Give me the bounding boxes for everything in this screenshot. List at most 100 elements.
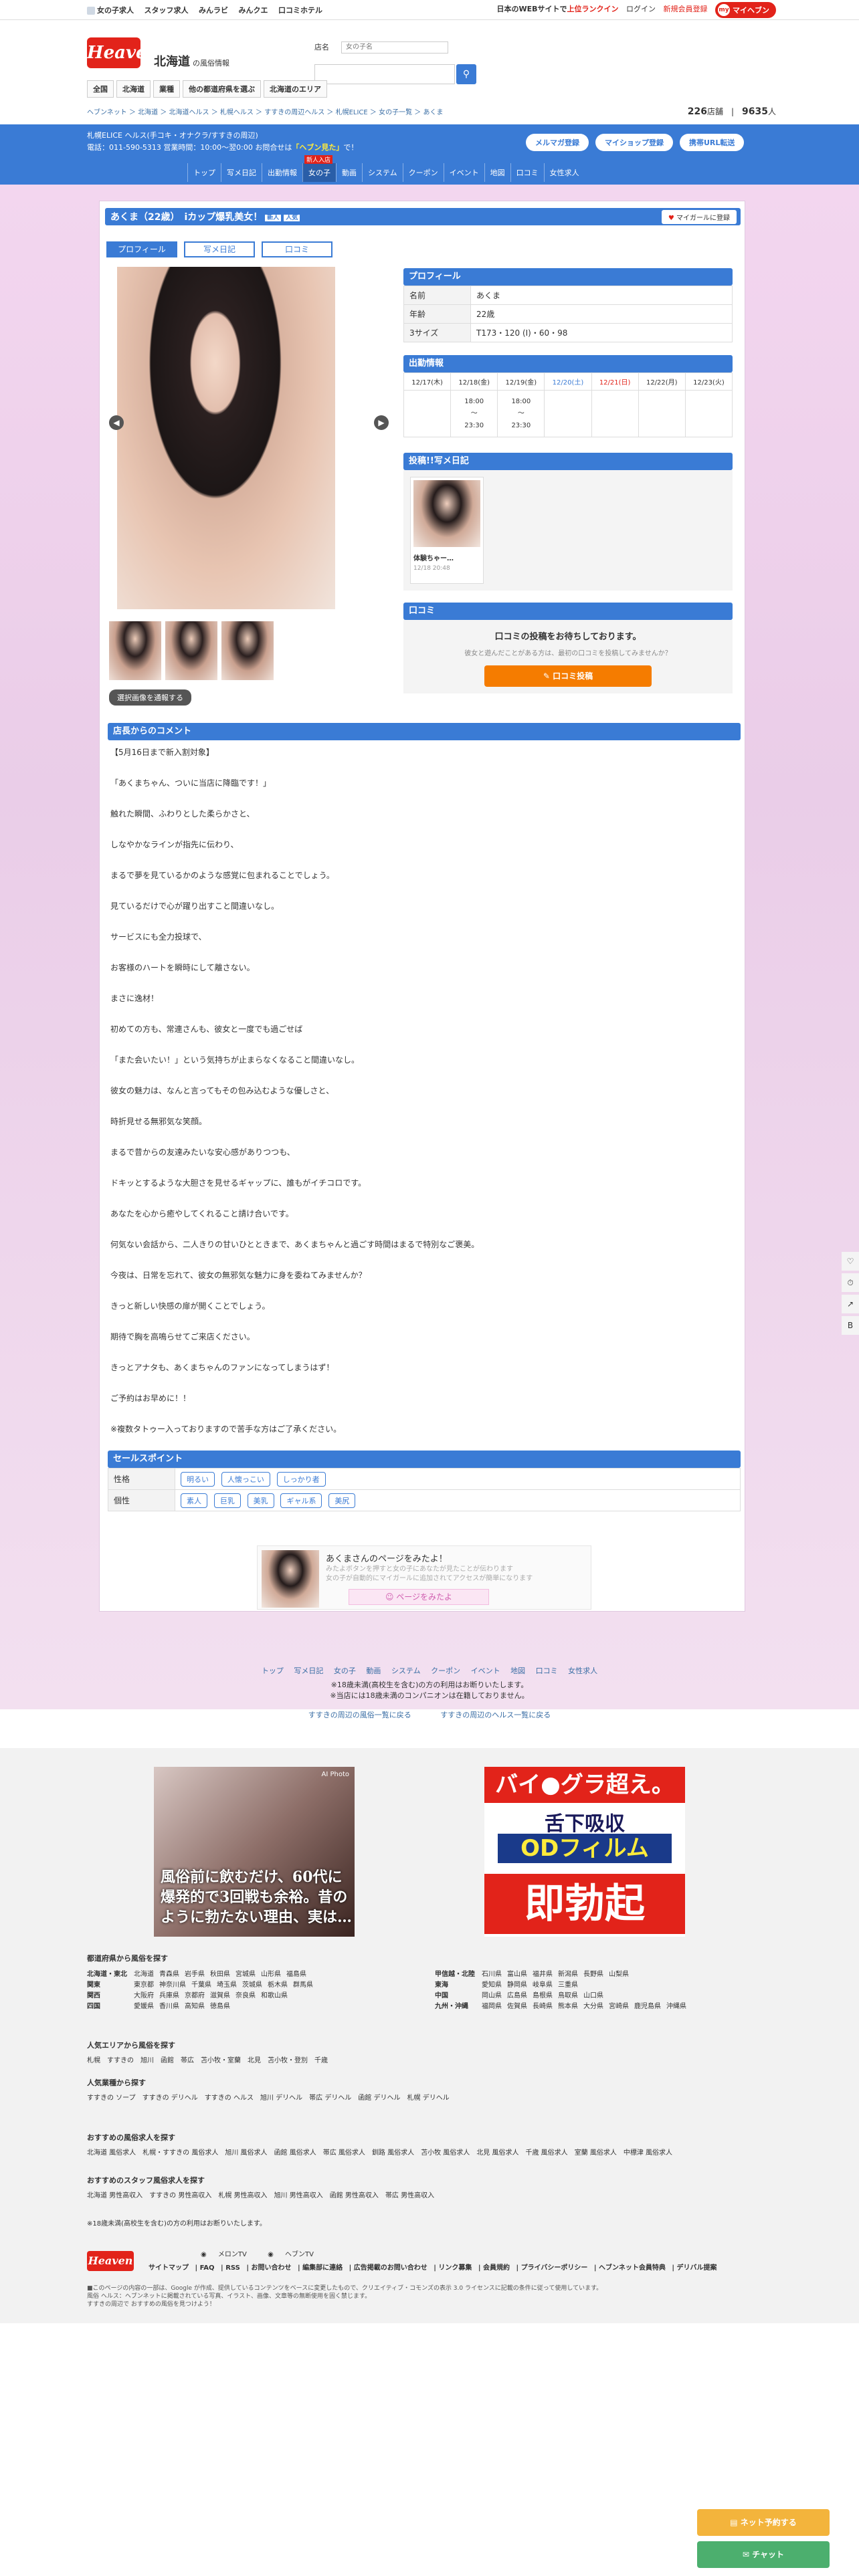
top-link[interactable]: みんラビ	[199, 6, 228, 15]
prefecture-link[interactable]: 大分県	[583, 2000, 603, 2010]
point-tag[interactable]: 人懐っこい	[221, 1471, 270, 1487]
prefecture-link[interactable]: 青森県	[159, 1968, 179, 1978]
footer-list-link[interactable]: 千歳 風俗求人	[526, 2149, 568, 2157]
prefecture-link[interactable]: 大阪府	[134, 1990, 154, 2000]
prefecture-link[interactable]: 石川県	[482, 1968, 502, 1978]
prefecture-link[interactable]: 宮城県	[235, 1968, 256, 1978]
shop-name[interactable]: 札幌ELICE ヘルス(手コキ・オナクラ/すすきの周辺)	[87, 130, 358, 142]
history-icon[interactable]: ⏱	[842, 1273, 859, 1292]
point-tag[interactable]: 明るい	[181, 1471, 215, 1487]
net-reserve-button[interactable]: ▤ ネット予約する	[697, 2509, 830, 2536]
chat-button[interactable]: ✉ チャット	[697, 2541, 830, 2568]
footer-list-link[interactable]: 函館	[161, 2057, 174, 2064]
footer-list-link[interactable]: 広告掲載のお問い合わせ	[354, 2264, 427, 2272]
prefecture-link[interactable]: 鹿児島県	[634, 2000, 661, 2010]
footer-list-link[interactable]: 帯広	[181, 2057, 194, 2064]
prefecture-link[interactable]: 福岡県	[482, 2000, 502, 2010]
prefecture-link[interactable]: 愛知県	[482, 1979, 502, 1989]
prefecture-link[interactable]: 徳島県	[210, 2000, 230, 2010]
top-link[interactable]: みんクエ	[239, 6, 268, 15]
prefecture-link[interactable]: 熊本県	[558, 2000, 578, 2010]
footer-list-link[interactable]: サイトマップ	[149, 2264, 189, 2272]
footer-list-link[interactable]: すすきの ソープ	[87, 2095, 136, 2102]
shop-menu-item[interactable]: クーポン	[402, 163, 444, 182]
footer-list-link[interactable]: 旭川 デリヘル	[260, 2095, 302, 2102]
prefecture-link[interactable]: 北海道	[134, 1968, 154, 1978]
prefecture-link[interactable]: 高知県	[185, 2000, 205, 2010]
prefecture-link[interactable]: 千葉県	[191, 1979, 211, 1989]
prefecture-link[interactable]: 鳥取県	[558, 1990, 578, 2000]
photo-thumbnail[interactable]	[109, 621, 161, 680]
region-nav-item[interactable]: 北海道のエリア	[264, 80, 327, 98]
shop-menu-item[interactable]: 出勤情報	[262, 163, 302, 182]
prefecture-link[interactable]: 山梨県	[609, 1968, 629, 1978]
prefecture-link[interactable]: 山形県	[261, 1968, 281, 1978]
prefecture-link[interactable]: 福島県	[286, 1968, 306, 1978]
footer-list-link[interactable]: 札幌	[87, 2057, 100, 2064]
prefecture-link[interactable]: 京都府	[185, 1990, 205, 2000]
prefecture-link[interactable]: 和歌山県	[261, 1990, 288, 2000]
back-link[interactable]: すすきの周辺のヘルス一覧に戻る	[440, 1711, 551, 1719]
footer-list-link[interactable]: 札幌・すすきの 風俗求人	[142, 2149, 218, 2157]
footer-list-link[interactable]: 札幌 男性高収入	[218, 2192, 267, 2199]
prefecture-link[interactable]: 三重県	[558, 1979, 578, 1989]
prefecture-link[interactable]: 東京都	[134, 1979, 154, 1989]
footer-list-link[interactable]: 千歳	[314, 2057, 328, 2064]
photo-thumbnail[interactable]	[221, 621, 274, 680]
prefecture-link[interactable]: 富山県	[507, 1968, 527, 1978]
footer-list-link[interactable]: 苫小牧・室蘭	[201, 2057, 241, 2064]
prefecture-link[interactable]: 広島県	[507, 1990, 527, 2000]
mobile-url-button[interactable]: 携帯URL転送	[680, 134, 745, 151]
region-nav-item[interactable]: 業種	[153, 80, 180, 98]
footer-link[interactable]: 地図	[510, 1667, 525, 1675]
shop-menu-item[interactable]: 動画	[336, 163, 362, 182]
footer-list-link[interactable]: 釧路 風俗求人	[372, 2149, 414, 2157]
my-heaven-button[interactable]: my マイヘブン	[715, 2, 776, 18]
prefecture-link[interactable]: 岩手県	[185, 1968, 205, 1978]
search-input[interactable]	[314, 64, 455, 84]
footer-list-link[interactable]: 中標津 風俗求人	[624, 2149, 672, 2157]
prefecture-link[interactable]: 岡山県	[482, 1990, 502, 2000]
search-icon[interactable]: ⚲	[456, 64, 476, 84]
prefecture-link[interactable]: 長野県	[583, 1968, 603, 1978]
site-logo[interactable]: Heaven	[87, 37, 160, 68]
myshop-button[interactable]: マイショップ登録	[595, 134, 673, 151]
diary-item[interactable]: 体験ちゃー… 12/18 20:48	[410, 477, 484, 584]
tab-review[interactable]: 口コミ	[262, 241, 332, 257]
footer-list-link[interactable]: 札幌 デリヘル	[407, 2095, 450, 2102]
mailmag-button[interactable]: メルマガ登録	[526, 134, 589, 151]
footer-list-link[interactable]: 会員規約	[483, 2264, 510, 2272]
prefecture-link[interactable]: 山口県	[583, 1990, 603, 2000]
point-tag[interactable]: 美乳	[247, 1493, 274, 1508]
footer-link[interactable]: 口コミ	[536, 1667, 558, 1675]
bookmark-icon[interactable]: B	[842, 1316, 859, 1335]
footer-list-link[interactable]: FAQ	[200, 2264, 215, 2272]
prefecture-link[interactable]: 岐阜県	[533, 1979, 553, 1989]
shop-menu-item[interactable]: 女性求人	[543, 163, 585, 182]
footer-list-link[interactable]: 苫小牧 風俗求人	[421, 2149, 470, 2157]
prefecture-link[interactable]: 秋田県	[210, 1968, 230, 1978]
footer-list-link[interactable]: デリバル提案	[676, 2264, 717, 2272]
prefecture-link[interactable]: 栃木県	[268, 1979, 288, 1989]
ad-banner-right[interactable]: バイ●グラ超え。 舌下吸収 ODフィルム 即勃起	[484, 1767, 685, 1937]
footer-list-link[interactable]: 函館 風俗求人	[274, 2149, 316, 2157]
top-link[interactable]: 女の子求人	[87, 6, 134, 15]
footer-link[interactable]: イベント	[471, 1667, 500, 1675]
ad-banner-left[interactable]: AI Photo 風俗前に飲むだけ、60代に爆発的で3回戦も余裕。昔のように勃た…	[154, 1767, 355, 1937]
mitayo-button[interactable]: ☺ ページをみたよ	[349, 1589, 489, 1605]
point-tag[interactable]: 美尻	[328, 1493, 356, 1508]
footer-list-link[interactable]: すすきの ヘルス	[205, 2095, 254, 2102]
footer-list-link[interactable]: 函館 男性高収入	[330, 2192, 379, 2199]
tab-diary[interactable]: 写メ日記	[184, 241, 255, 257]
footer-link[interactable]: クーポン	[431, 1667, 460, 1675]
breadcrumb-path[interactable]: ヘブンネット ＞ 北海道 ＞ 北海道ヘルス ＞ 札幌ヘルス ＞ すすきの周辺ヘル…	[87, 106, 443, 116]
footer-link[interactable]: 動画	[366, 1667, 381, 1675]
register-link[interactable]: 新規会員登録	[664, 5, 708, 13]
favorite-icon[interactable]: ♡	[842, 1252, 859, 1271]
footer-list-link[interactable]: 北見 風俗求人	[476, 2149, 518, 2157]
footer-list-link[interactable]: 室蘭 風俗求人	[575, 2149, 617, 2157]
footer-list-link[interactable]: RSS	[225, 2264, 240, 2272]
photo-thumbnail[interactable]	[165, 621, 217, 680]
footer-list-link[interactable]: リンク募集	[438, 2264, 472, 2272]
tab-profile[interactable]: プロフィール	[106, 241, 177, 257]
